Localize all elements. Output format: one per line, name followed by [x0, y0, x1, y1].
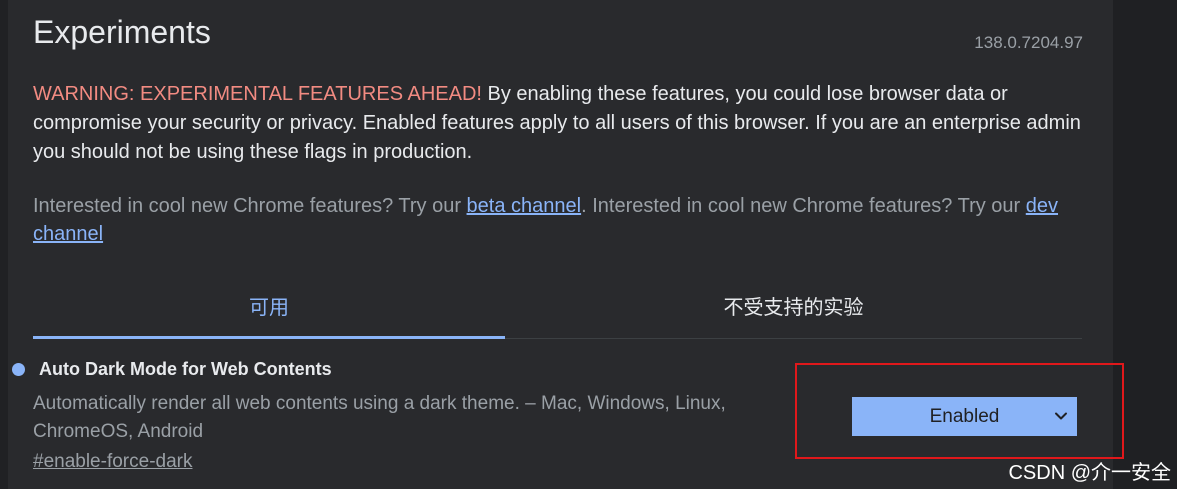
active-tab-indicator	[33, 336, 505, 339]
chevron-down-icon	[1055, 412, 1067, 420]
tab-bar: 可用 不受支持的实验	[33, 276, 1082, 339]
warning-label: WARNING: EXPERIMENTAL FEATURES AHEAD!	[33, 83, 482, 105]
version-label: 138.0.7204.97	[974, 33, 1083, 52]
flag-name: Auto Dark Mode for Web Contents	[39, 359, 332, 379]
flag-state-select[interactable]: Enabled	[852, 397, 1077, 436]
beta-channel-link[interactable]: beta channel	[467, 195, 582, 217]
watermark: CSDN @介一安全	[1008, 462, 1171, 484]
promo-message: Interested in cool new Chrome features? …	[33, 192, 1083, 248]
flags-page: Experiments 138.0.7204.97 WARNING: EXPER…	[0, 0, 1177, 489]
flag-modified-dot	[12, 363, 25, 376]
left-gutter	[0, 0, 8, 489]
page-title: Experiments	[33, 14, 211, 50]
flag-description: Automatically render all web contents us…	[33, 393, 726, 442]
warning-message: WARNING: EXPERIMENTAL FEATURES AHEAD! By…	[33, 80, 1083, 167]
tab-available[interactable]: 可用	[33, 276, 505, 334]
flag-state-value: Enabled	[929, 405, 1000, 427]
tab-unavailable[interactable]: 不受支持的实验	[505, 276, 1082, 334]
flag-permalink[interactable]: #enable-force-dark	[33, 451, 192, 473]
promo-text-1: Interested in cool new Chrome features? …	[33, 195, 467, 217]
promo-text-2: . Interested in cool new Chrome features…	[581, 195, 1026, 217]
